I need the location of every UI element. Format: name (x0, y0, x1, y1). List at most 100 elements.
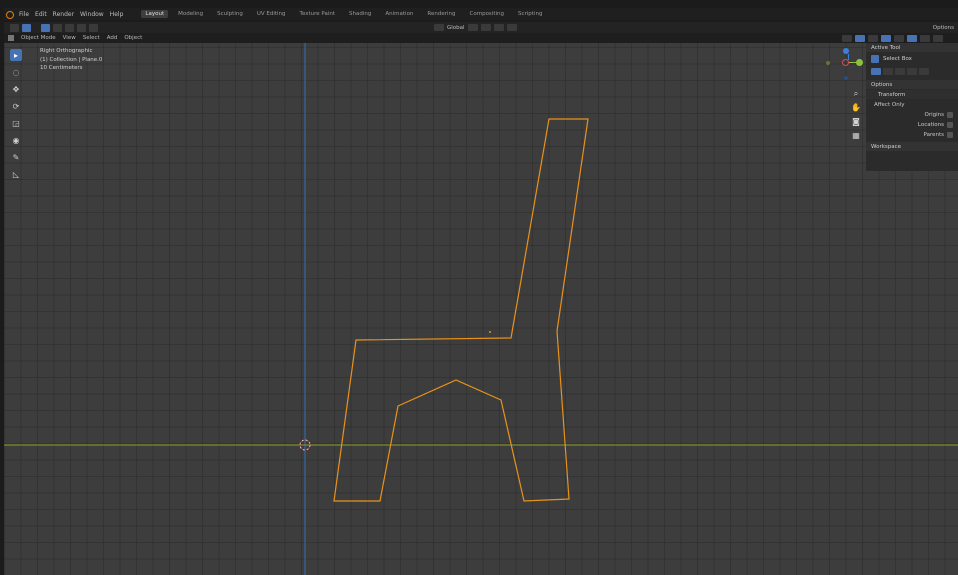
viewport-shading-buttons (842, 33, 958, 43)
pan-icon[interactable]: ✋ (850, 102, 862, 114)
select-mode-button[interactable] (22, 23, 31, 32)
select-box-icon[interactable]: ▸ (10, 49, 22, 61)
viewport-header: Object Mode View Select Add Object (4, 33, 958, 43)
parents-row[interactable]: Parents (866, 130, 958, 140)
mode-invert-icon[interactable] (907, 67, 917, 75)
origins-checkbox[interactable] (947, 112, 953, 118)
top-menubar: File Edit Render Window Help Layout Mode… (4, 8, 958, 20)
scale-icon[interactable]: ◲ (10, 117, 22, 129)
snap-target-icon[interactable] (493, 24, 504, 31)
tab-uv-editing[interactable]: UV Editing (253, 10, 290, 18)
transform-icon[interactable]: ◉ (10, 134, 22, 146)
mode-intersect-icon[interactable] (919, 67, 929, 75)
active-tool-header[interactable]: Active Tool (866, 43, 958, 52)
camera-icon[interactable]: ◙ (850, 116, 862, 128)
xray-icon[interactable] (881, 34, 891, 42)
tab-animation[interactable]: Animation (381, 10, 417, 18)
material-shading-icon[interactable] (920, 34, 930, 42)
affect-only-label: Affect Only (874, 102, 905, 108)
proportional-icon[interactable] (506, 24, 517, 31)
sidebar-panel: Active Tool Select Box Options Transform… (866, 43, 958, 171)
gizmo-x-axis[interactable] (842, 59, 849, 66)
cursor-icon[interactable]: ◌ (10, 66, 22, 78)
gizmo-y-line (849, 62, 857, 63)
tab-shading[interactable]: Shading (345, 10, 375, 18)
move-icon[interactable]: ✥ (10, 83, 22, 95)
viewport-overlay (4, 43, 958, 575)
visibility-icon[interactable] (842, 34, 852, 42)
menu-select[interactable]: Select (83, 35, 100, 41)
annotate-icon[interactable]: ✎ (10, 151, 22, 163)
chair-outline (333, 118, 589, 502)
editor-type-icon[interactable] (8, 35, 14, 41)
tab-texture-paint[interactable]: Texture Paint (296, 10, 340, 18)
object-origin (489, 331, 491, 333)
pivot-icon[interactable] (467, 24, 478, 31)
parents-checkbox[interactable] (947, 132, 953, 138)
mode-new-icon[interactable] (871, 67, 881, 75)
tab-layout[interactable]: Layout (141, 10, 169, 18)
orientation-dropdown[interactable]: Global (447, 25, 465, 31)
select-extend-button[interactable] (53, 23, 62, 32)
gizmo-z-line (848, 54, 849, 60)
menu-object[interactable]: Object (124, 35, 142, 41)
menu-help[interactable]: Help (110, 11, 124, 18)
select-subtract-button[interactable] (65, 23, 74, 32)
solid-shading-icon[interactable] (907, 34, 917, 42)
tab-modeling[interactable]: Modeling (174, 10, 207, 18)
select-intersect-button[interactable] (89, 23, 98, 32)
gizmo-neg-z-axis[interactable] (844, 76, 848, 80)
tab-rendering[interactable]: Rendering (423, 10, 459, 18)
grid-icon[interactable]: ▦ (850, 130, 862, 142)
locations-checkbox[interactable] (947, 122, 953, 128)
measure-icon[interactable]: ◺ (10, 168, 22, 180)
menu-window[interactable]: Window (80, 11, 104, 18)
gizmo-neg-y-axis[interactable] (826, 61, 830, 65)
collection-info: (1) Collection | Plane.0 (40, 56, 103, 63)
select-box-tool-icon[interactable] (871, 55, 879, 63)
wireframe-shading-icon[interactable] (894, 34, 904, 42)
3d-viewport[interactable]: Right Orthographic (1) Collection | Plan… (4, 43, 958, 575)
gizmo-y-axis[interactable] (856, 59, 863, 66)
tool-name: Select Box (883, 56, 912, 62)
origins-label: Origins (924, 112, 945, 118)
select-invert-button[interactable] (77, 23, 86, 32)
rendered-shading-icon[interactable] (933, 34, 943, 42)
mode-extend-icon[interactable] (883, 67, 893, 75)
snap-icon[interactable] (480, 24, 491, 31)
gizmo-toggle-icon[interactable] (855, 34, 865, 42)
tab-scripting[interactable]: Scripting (514, 10, 546, 18)
left-toolbar: ▸ ◌ ✥ ⟳ ◲ ◉ ✎ ◺ (10, 49, 24, 185)
origins-row[interactable]: Origins (866, 110, 958, 120)
tab-compositing[interactable]: Compositing (466, 10, 508, 18)
parents-label: Parents (923, 132, 944, 138)
options-header[interactable]: Options (866, 80, 958, 89)
select-new-button[interactable] (41, 23, 50, 32)
overlay-toggle-icon[interactable] (868, 34, 878, 42)
menu-view[interactable]: View (63, 35, 76, 41)
zoom-icon[interactable]: ⌕ (850, 88, 862, 100)
viewport-info: Right Orthographic (1) Collection | Plan… (40, 47, 102, 73)
menu-render[interactable]: Render (53, 11, 74, 18)
transform-header[interactable]: Transform (866, 90, 958, 99)
grid-scale: 10 Centimeters (40, 65, 83, 71)
menu-add[interactable]: Add (107, 35, 118, 41)
tab-sculpting[interactable]: Sculpting (213, 10, 247, 18)
workspace-header[interactable]: Workspace (866, 142, 958, 151)
options-dropdown[interactable]: Options (933, 22, 954, 33)
mode-dropdown[interactable]: Object Mode (21, 35, 56, 41)
transform-settings: Global (434, 22, 517, 33)
menu-file[interactable]: File (19, 11, 29, 18)
mode-subtract-icon[interactable] (895, 67, 905, 75)
options-label: Options (932, 24, 954, 31)
tool-dropdown[interactable] (10, 23, 19, 32)
orientation-icon (434, 24, 444, 31)
tool-header: Global Options (4, 22, 958, 33)
locations-label: Locations (917, 122, 944, 128)
blender-logo-icon[interactable] (4, 10, 14, 19)
locations-row[interactable]: Locations (866, 120, 958, 130)
rotate-icon[interactable]: ⟳ (10, 100, 22, 112)
menu-edit[interactable]: Edit (35, 11, 47, 18)
view-name: Right Orthographic (40, 48, 93, 54)
blender-window: File Edit Render Window Help Layout Mode… (0, 0, 958, 575)
